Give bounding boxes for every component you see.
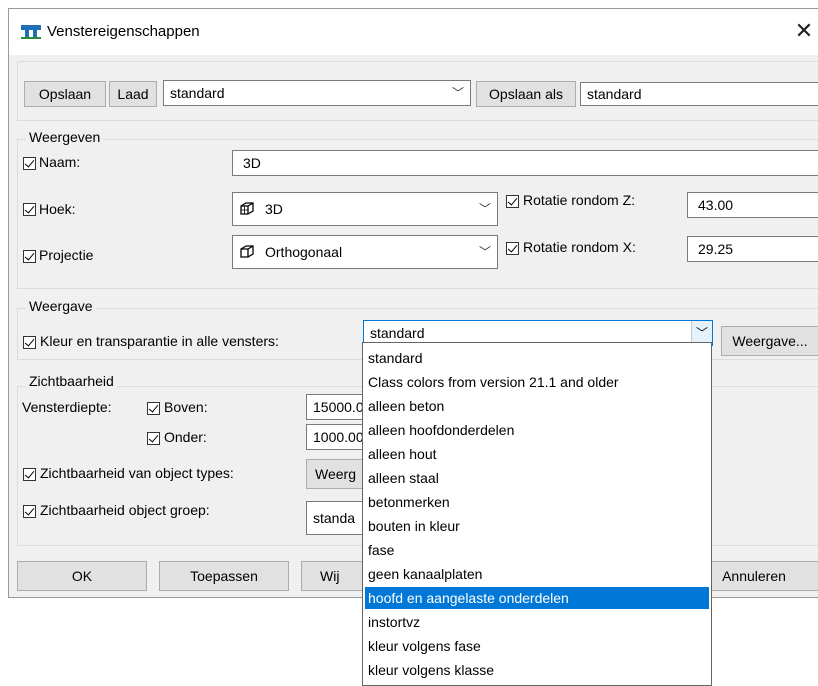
dropdown-option[interactable]: alleen staal (365, 467, 709, 489)
name-label: Naam: (39, 154, 81, 170)
color-all-windows-checkbox[interactable] (23, 336, 36, 349)
projection-checkbox[interactable] (23, 250, 36, 263)
dropdown-option[interactable]: fase (365, 539, 709, 561)
apply-button[interactable]: Toepassen (159, 561, 289, 591)
angle-label: Hoek: (39, 201, 76, 217)
ok-button[interactable]: OK (17, 561, 147, 591)
cube-icon (240, 202, 254, 215)
rot-x-label: Rotatie rondom X: (523, 239, 636, 255)
projection-select-value: Orthogonaal (265, 244, 343, 260)
modify-button[interactable]: Wij (301, 561, 371, 591)
save-as-button[interactable]: Opslaan als (476, 81, 576, 107)
chevron-down-icon: ﹀ (478, 245, 491, 259)
chevron-down-icon: ﹀ (478, 202, 491, 216)
dropdown-option[interactable]: alleen beton (365, 395, 709, 417)
name-checkbox[interactable] (23, 157, 36, 170)
object-types-checkbox[interactable] (23, 468, 36, 481)
preset-select-value: standard (170, 85, 225, 101)
cancel-button-label: Annuleren (722, 568, 786, 584)
dropdown-option[interactable]: alleen hoofdonderdelen (365, 419, 709, 441)
object-group-label: Zichtbaarheid object groep: (40, 502, 210, 518)
save-as-name-input[interactable]: standard (580, 82, 818, 106)
object-group-checkbox[interactable] (23, 505, 36, 518)
top-label: Boven: (164, 399, 208, 415)
angle-checkbox[interactable] (23, 203, 36, 216)
dropdown-option[interactable]: instortvz (365, 611, 709, 633)
angle-select[interactable]: 3D ﹀ (232, 192, 498, 226)
color-dropdown-list: standard Class colors from version 21.1 a… (362, 342, 712, 686)
color-all-windows-label: Kleur en transparantie in alle vensters: (40, 333, 279, 349)
app-icon (21, 25, 41, 39)
rot-z-label: Rotatie rondom Z: (523, 192, 636, 208)
weergeven-group-label: Weergeven (26, 129, 104, 145)
dropdown-option[interactable]: Class colors from version 21.1 and older (365, 371, 709, 393)
dropdown-option[interactable]: hoofd en aangelaste onderdelen (365, 587, 709, 609)
close-icon[interactable]: ✕ (791, 18, 817, 44)
chevron-down-icon: ﹀ (451, 86, 464, 100)
weergave-group-label: Weergave (26, 298, 96, 314)
save-button[interactable]: Opslaan (24, 81, 106, 107)
top-checkbox[interactable] (147, 402, 160, 415)
window-title: Venstereigenschappen (47, 23, 200, 40)
object-types-label: Zichtbaarheid van object types: (40, 465, 234, 481)
rot-z-input[interactable]: 43.00 (687, 192, 818, 218)
dropdown-option[interactable]: betonmerken (365, 491, 709, 513)
dropdown-option[interactable]: standard (365, 347, 709, 369)
display-button[interactable]: Weergave... (721, 326, 818, 356)
dropdown-option[interactable]: geen kanaalplaten (365, 563, 709, 585)
bottom-checkbox[interactable] (147, 432, 160, 445)
zichtbaarheid-group-label: Zichtbaarheid (26, 373, 117, 389)
title-bar: Venstereigenschappen ✕ (9, 9, 818, 55)
dropdown-option[interactable]: bouten in kleur (365, 515, 709, 537)
dropdown-option[interactable]: kleur volgens fase (365, 635, 709, 657)
rot-x-input[interactable]: 29.25 (687, 236, 818, 262)
rot-z-checkbox[interactable] (506, 195, 519, 208)
dropdown-option[interactable]: alleen hout (365, 443, 709, 465)
bottom-label: Onder: (164, 429, 207, 445)
name-input[interactable]: 3D (232, 150, 818, 176)
color-select-value: standard (370, 325, 425, 341)
dropdown-option[interactable]: kleur volgens klasse (365, 659, 709, 681)
rot-x-checkbox[interactable] (506, 242, 519, 255)
projection-label: Projectie (39, 247, 94, 263)
projection-select[interactable]: Orthogonaal ﹀ (232, 235, 498, 269)
preset-select[interactable]: standard ﹀ (163, 80, 471, 106)
load-button[interactable]: Laad (109, 81, 157, 107)
view-depth-label: Vensterdiepte: (22, 399, 112, 415)
angle-select-value: 3D (265, 201, 283, 217)
cube-outline-icon (240, 245, 254, 258)
